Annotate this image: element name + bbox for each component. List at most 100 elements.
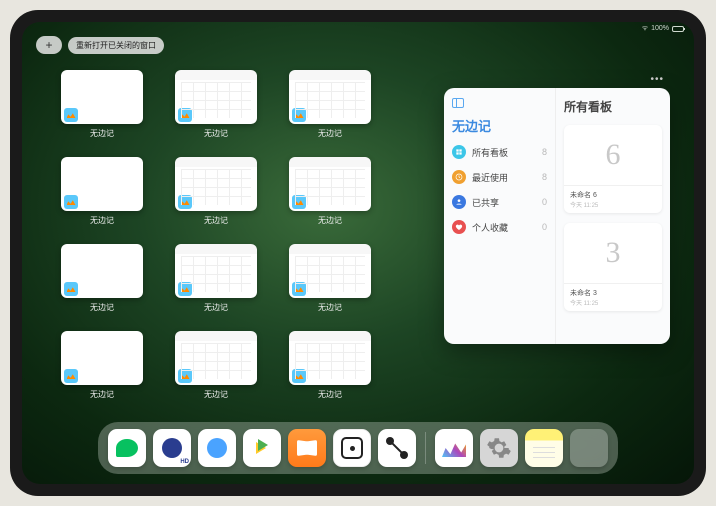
category-count: 8 [542,147,547,157]
panel-section-title: 所有看板 [564,98,662,115]
board-name: 未命名 6 [570,190,656,200]
new-window-button[interactable]: + [36,36,62,54]
dock-app-dice[interactable] [333,429,371,467]
window-label: 无边记 [318,128,342,139]
freeform-app-icon [64,282,78,296]
app-window[interactable]: 无边记 [56,70,148,139]
ipad-frame: ᯤ 100% + 重新打开已关闭的窗口 无边记无边记无边记无边记无边记无边记无边… [10,10,706,496]
freeform-app-icon [292,369,306,383]
wifi-icon: ᯤ [642,24,648,33]
window-thumbnail[interactable] [289,244,371,298]
category-row[interactable]: 最近使用 8 [452,170,547,184]
category-row[interactable]: 所有看板 8 [452,145,547,159]
panel-app-title: 无边记 [452,116,547,135]
window-thumbnail[interactable] [175,70,257,124]
app-switcher-grid: 无边记无边记无边记无边记无边记无边记无边记无边记无边记无边记无边记无边记 [56,70,376,400]
app-window[interactable]: 无边记 [56,331,148,400]
window-label: 无边记 [204,389,228,400]
dock-app-quark-hd[interactable]: HD [153,429,191,467]
window-label: 无边记 [90,302,114,313]
window-label: 无边记 [204,128,228,139]
dock-app-settings[interactable] [480,429,518,467]
board-meta: 未命名 3今天 11:25 [564,283,662,311]
window-thumbnail[interactable] [61,70,143,124]
board-preview: 6 [564,125,662,185]
freeform-app-icon [292,108,306,122]
dock-app-notes[interactable] [525,429,563,467]
app-window[interactable]: 无边记 [170,70,262,139]
category-count: 8 [542,172,547,182]
status-bar: ᯤ 100% [642,24,684,33]
window-thumbnail[interactable] [175,331,257,385]
window-label: 无边记 [90,215,114,226]
app-window[interactable]: 无边记 [170,157,262,226]
window-label: 无边记 [318,302,342,313]
ipad-screen: ᯤ 100% + 重新打开已关闭的窗口 无边记无边记无边记无边记无边记无边记无边… [22,22,694,484]
panel-right: 所有看板 6未命名 6今天 11:253未命名 3今天 11:25 [556,88,670,344]
app-window[interactable]: 无边记 [284,244,376,313]
category-label: 最近使用 [472,171,536,184]
battery-icon [672,26,684,32]
freeform-app-icon [64,195,78,209]
window-thumbnail[interactable] [175,244,257,298]
dock-app-freeform[interactable] [435,429,473,467]
app-window[interactable]: 无边记 [56,244,148,313]
dock-app-folder[interactable] [570,429,608,467]
panel-left: 无边记 所有看板 8 最近使用 8 已共享 0 个人收藏 0 [444,88,556,344]
category-label: 所有看板 [472,146,536,159]
window-thumbnail[interactable] [175,157,257,211]
category-row[interactable]: 已共享 0 [452,195,547,209]
board-card[interactable]: 3未命名 3今天 11:25 [564,223,662,311]
category-label: 个人收藏 [472,221,536,234]
window-thumbnail[interactable] [289,331,371,385]
window-label: 无边记 [318,389,342,400]
app-window[interactable]: 无边记 [170,331,262,400]
dock-app-play[interactable] [243,429,281,467]
window-label: 无边记 [204,215,228,226]
window-thumbnail[interactable] [61,331,143,385]
window-label: 无边记 [90,389,114,400]
app-window[interactable]: 无边记 [170,244,262,313]
dock-app-connect[interactable] [378,429,416,467]
freeform-app-icon [292,195,306,209]
freeform-sidebar-panel: 无边记 所有看板8最近使用8已共享0个人收藏0 所有看板 6未命名 6今天 11… [444,88,670,344]
freeform-app-icon [292,282,306,296]
battery-text: 100% [651,25,669,32]
dock-app-books[interactable] [288,429,326,467]
category-icon [452,195,466,209]
window-thumbnail[interactable] [289,157,371,211]
window-label: 无边记 [204,302,228,313]
dock-app-quark[interactable] [198,429,236,467]
freeform-app-icon [178,195,192,209]
dock-app-wechat[interactable] [108,429,146,467]
freeform-app-icon [178,282,192,296]
panel-more-icon[interactable]: ••• [650,74,664,85]
app-window[interactable]: 无边记 [284,70,376,139]
category-icon [452,145,466,159]
category-icon [452,220,466,234]
board-card[interactable]: 6未命名 6今天 11:25 [564,125,662,213]
window-thumbnail[interactable] [61,157,143,211]
app-window[interactable]: 无边记 [284,331,376,400]
window-thumbnail[interactable] [289,70,371,124]
window-thumbnail[interactable] [61,244,143,298]
category-count: 0 [542,197,547,207]
board-timestamp: 今天 11:25 [570,200,656,209]
window-label: 无边记 [90,128,114,139]
category-icon [452,170,466,184]
dock: HD [98,422,618,474]
app-window[interactable]: 无边记 [56,157,148,226]
freeform-app-icon [178,108,192,122]
board-name: 未命名 3 [570,288,656,298]
reopen-closed-window-button[interactable]: 重新打开已关闭的窗口 [68,37,164,54]
category-count: 0 [542,222,547,232]
board-preview: 3 [564,223,662,283]
freeform-app-icon [178,369,192,383]
board-meta: 未命名 6今天 11:25 [564,185,662,213]
category-label: 已共享 [472,196,536,209]
app-window[interactable]: 无边记 [284,157,376,226]
dock-separator [425,432,426,464]
freeform-app-icon [64,108,78,122]
category-row[interactable]: 个人收藏 0 [452,220,547,234]
sidebar-icon[interactable] [452,98,464,108]
